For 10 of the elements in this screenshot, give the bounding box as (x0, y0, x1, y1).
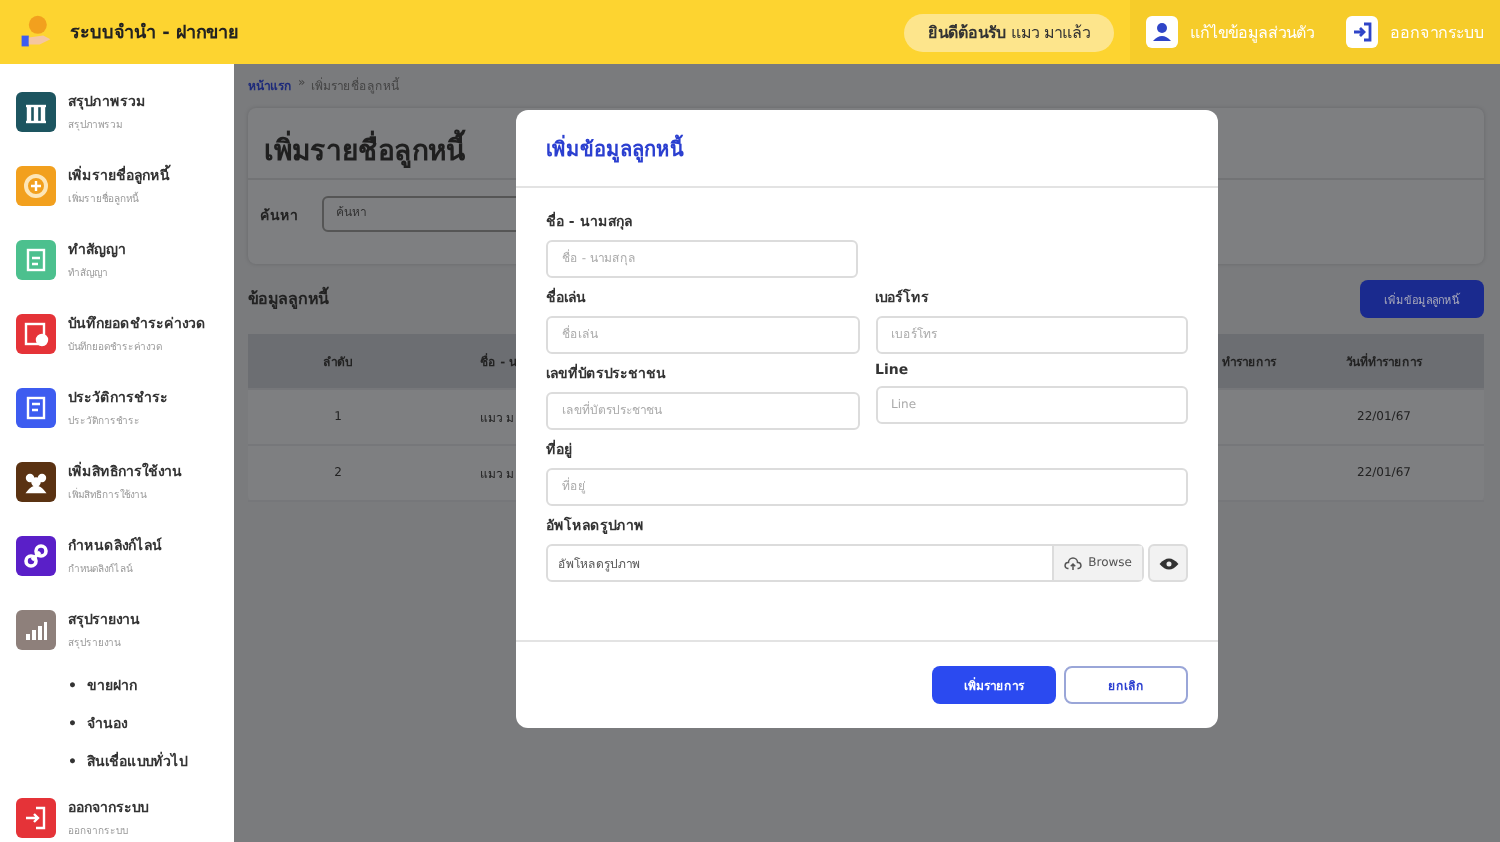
preview-button[interactable] (1148, 544, 1188, 582)
coin-hand-icon (18, 14, 54, 50)
cloud-upload-icon (1064, 555, 1083, 571)
user-icon (1146, 16, 1178, 48)
modal-title: เพิ่มข้อมูลลูกหนี้ (546, 133, 684, 163)
app-title: ระบบจำนำ - ฝากขาย (70, 20, 239, 46)
welcome-badge: ยินดีต้อนรับ แมว มาแล้ว (903, 13, 1114, 51)
logout-icon (1346, 16, 1378, 48)
section-title: ข้อมูลลูกหนี้ (248, 286, 328, 312)
eye-icon (1157, 555, 1179, 571)
